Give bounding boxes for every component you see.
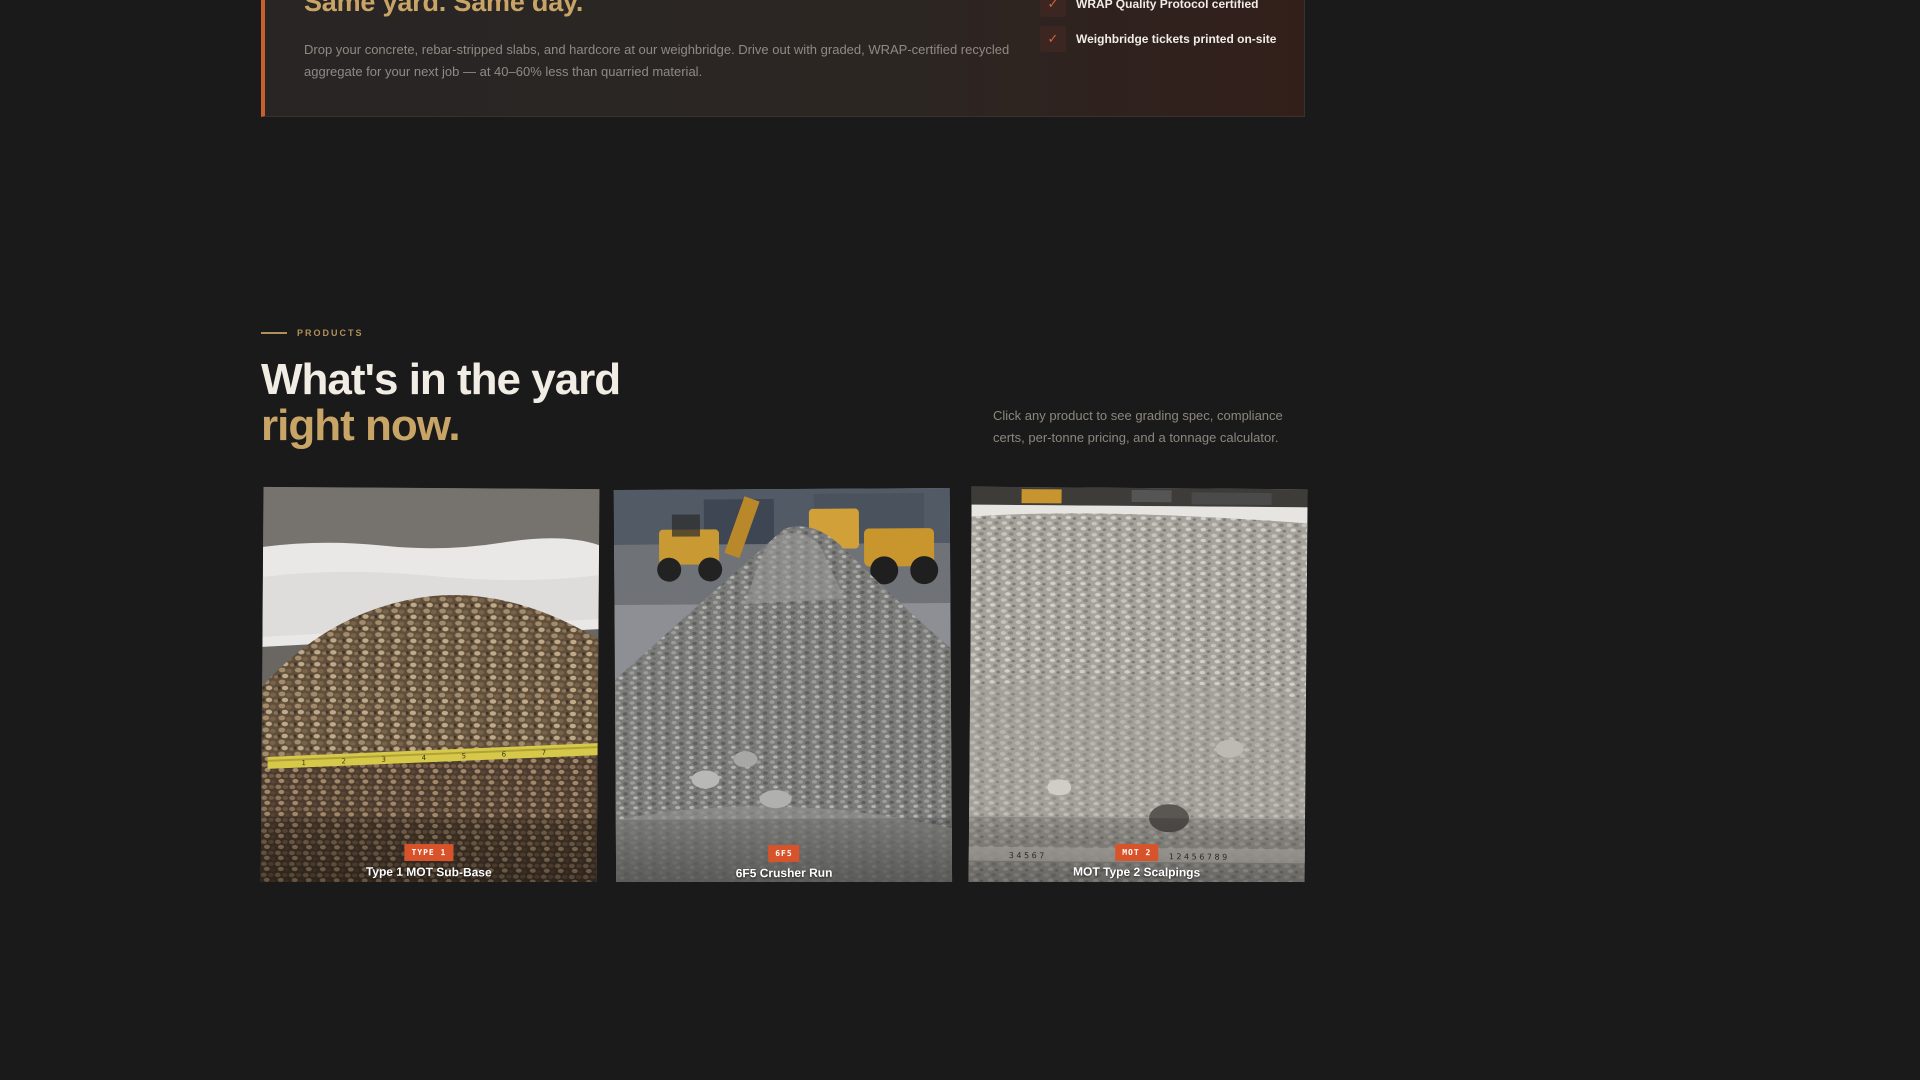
section-title-line-2: right now. [261,401,461,450]
hero-body: Drop your concrete, rebar-stripped slabs… [304,42,1010,79]
hero-callout: Same yard. Same day. Drop your concrete,… [261,0,1305,117]
hero-heading: Same yard. Same day. [304,0,584,17]
svg-text:3: 3 [382,756,387,764]
check-icon: ✓ [1040,26,1066,52]
checklist-item: ✓ Weighbridge tickets printed on-site [1040,26,1276,52]
product-badge: MOT 2 [1115,843,1159,862]
product-title: Type 1 MOT Sub-Base [365,864,492,880]
page: Same yard. Same day. Drop your concrete,… [0,0,1568,882]
svg-text:4: 4 [422,754,427,762]
eyebrow-rule [261,332,287,334]
product-badge: 6F5 [768,844,800,863]
product-card-type-1[interactable]: 1 2 3 4 5 6 7 TYPE 1 Type 1 MOT Sub-Base [260,486,600,882]
svg-text:6: 6 [502,751,507,759]
product-card-6f5[interactable]: 6F5 6F5 Crusher Run [613,487,953,882]
section-title: What's in the yard right now. [261,355,621,450]
svg-text:5: 5 [462,752,467,760]
product-title: MOT Type 2 Scalpings [1073,864,1201,880]
checklist-label: WRAP Quality Protocol certified [1076,0,1259,11]
checklist-item: ✓ WRAP Quality Protocol certified [1040,0,1276,17]
svg-text:1: 1 [302,759,307,767]
check-icon: ✓ [1040,0,1066,17]
product-card-mot-2[interactable]: 3 4 5 6 7 1 2 4 5 6 7 8 9 MOT 2 MOT Type… [968,486,1308,882]
checklist-label: Weighbridge tickets printed on-site [1076,32,1277,46]
section-intro: Click any product to see grading spec, c… [993,408,1283,445]
section-eyebrow: PRODUCTS [261,328,364,338]
section-title-line-1: What's in the yard [261,355,621,404]
svg-text:2: 2 [342,757,347,765]
svg-text:7: 7 [542,749,547,757]
feature-checklist: ✓ WRAP Quality Protocol certified ✓ Weig… [1040,0,1276,61]
product-title: 6F5 Crusher Run [735,865,833,881]
product-badge: TYPE 1 [404,843,454,862]
eyebrow-label: PRODUCTS [297,328,364,338]
